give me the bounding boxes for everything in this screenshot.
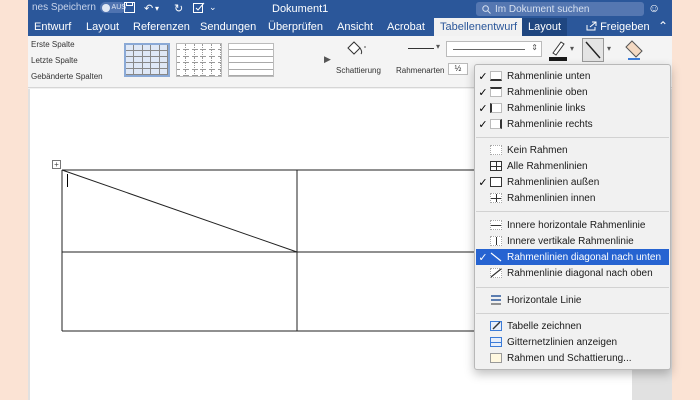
autosave-toggle[interactable]: AUS bbox=[99, 2, 126, 13]
share-button[interactable]: Freigeben bbox=[586, 18, 650, 36]
border-style-line[interactable] bbox=[408, 48, 434, 49]
option-gebaenderte-spalten[interactable]: Gebänderte Spalten bbox=[31, 72, 103, 81]
tab-ansicht[interactable]: Ansicht bbox=[331, 18, 379, 36]
borders-dropdown-icon[interactable]: ▾ bbox=[607, 44, 611, 53]
shading-label: Schattierung bbox=[336, 66, 381, 75]
diagonal-up-border-icon bbox=[490, 268, 502, 278]
border-style-dropdown-icon[interactable]: ▾ bbox=[436, 42, 440, 51]
border-top-icon bbox=[490, 87, 502, 97]
save-icon[interactable] bbox=[124, 2, 135, 16]
tab-entwurf[interactable]: Entwurf bbox=[28, 18, 77, 36]
table-styles-gallery bbox=[124, 38, 318, 82]
document-title: Dokument1 bbox=[272, 3, 329, 15]
gallery-next-icon[interactable]: ▶ bbox=[324, 54, 331, 65]
undo-dropdown-icon[interactable]: ▾ bbox=[155, 4, 159, 13]
horizontal-line-icon bbox=[490, 295, 502, 305]
option-erste-spalte[interactable]: Erste Spalte bbox=[31, 40, 75, 49]
no-border-icon bbox=[490, 145, 502, 155]
tab-tabellenentwurf[interactable]: Tabellenentwurf bbox=[434, 18, 524, 36]
checkmark-icon: ✓ bbox=[478, 176, 488, 189]
line-style-select[interactable]: ⇕ bbox=[446, 41, 542, 57]
table-style-light[interactable] bbox=[176, 43, 222, 77]
diagonal-down-border-icon bbox=[490, 252, 502, 262]
share-label: Freigeben bbox=[600, 21, 650, 33]
autosave[interactable]: nes Speichern AUS bbox=[32, 2, 126, 13]
menu-item-no-border[interactable]: Kein Rahmen bbox=[476, 142, 669, 158]
checkmark-icon: ✓ bbox=[478, 118, 488, 131]
search-icon bbox=[482, 4, 491, 14]
checkmark-icon: ✓ bbox=[478, 70, 488, 83]
all-borders-icon bbox=[490, 161, 502, 171]
borders-shading-icon bbox=[490, 353, 502, 363]
draw-table-icon bbox=[490, 321, 502, 331]
ribbon-tabs: Entwurf Layout Referenzen Sendungen Über… bbox=[28, 18, 672, 36]
borders-menu: ✓ Rahmenlinie unten ✓ Rahmenlinie oben ✓… bbox=[474, 64, 671, 370]
menu-item-horizontal-line[interactable]: Horizontale Linie bbox=[476, 292, 669, 308]
tab-referenzen[interactable]: Referenzen bbox=[127, 18, 196, 36]
customize-icon[interactable] bbox=[193, 2, 205, 16]
menu-item-outside-borders[interactable]: ✓ Rahmenlinien außen bbox=[476, 174, 669, 190]
inside-horizontal-border-icon bbox=[490, 220, 502, 230]
menu-item-diagonal-up[interactable]: Rahmenlinie diagonal nach oben bbox=[476, 265, 669, 281]
tab-table-layout[interactable]: Layout bbox=[522, 18, 568, 36]
collapse-ribbon-icon[interactable]: ⌃ bbox=[658, 19, 668, 33]
menu-item-show-gridlines[interactable]: Gitternetzlinien anzeigen bbox=[476, 334, 669, 350]
redo-icon[interactable]: ↻ bbox=[174, 2, 183, 15]
checkmark-icon: ✓ bbox=[478, 102, 488, 115]
shading-bucket-icon[interactable] bbox=[344, 40, 368, 58]
menu-separator bbox=[476, 287, 669, 288]
table-style-plain[interactable] bbox=[228, 43, 274, 77]
more-commands-icon[interactable]: ⌄ bbox=[209, 2, 217, 13]
search-box[interactable]: Im Dokument suchen bbox=[476, 2, 644, 16]
select-arrows-icon: ⇕ bbox=[531, 43, 538, 52]
option-letzte-spalte[interactable]: Letzte Spalte bbox=[31, 56, 78, 65]
checkmark-icon: ✓ bbox=[478, 86, 488, 99]
inside-vertical-border-icon bbox=[490, 236, 502, 246]
feedback-smiley-icon[interactable]: ☺ bbox=[648, 1, 660, 15]
diagonal-border-icon bbox=[585, 41, 601, 59]
tab-ueberpruefen[interactable]: Überprüfen bbox=[262, 18, 329, 36]
tab-acrobat[interactable]: Acrobat bbox=[381, 18, 431, 36]
menu-item-inside-vertical[interactable]: Innere vertikale Rahmenlinie bbox=[476, 233, 669, 249]
border-styles-label: Rahmenarten bbox=[396, 66, 445, 75]
line-weight-select[interactable]: ½ bbox=[448, 63, 468, 75]
outside-borders-icon bbox=[490, 177, 502, 187]
border-left-icon bbox=[490, 103, 502, 113]
menu-item-inside-horizontal[interactable]: Innere horizontale Rahmenlinie bbox=[476, 217, 669, 233]
table-style-grid[interactable] bbox=[124, 43, 170, 77]
border-bottom-icon bbox=[490, 71, 502, 81]
eraser-icon[interactable] bbox=[624, 39, 646, 63]
text-cursor bbox=[67, 174, 68, 187]
pen-color-dropdown-icon[interactable]: ▾ bbox=[570, 44, 574, 53]
menu-item-borders-shading[interactable]: Rahmen und Schattierung... bbox=[476, 350, 669, 366]
undo-icon[interactable]: ↶ bbox=[144, 2, 153, 15]
checkmark-icon: ✓ bbox=[478, 251, 488, 264]
menu-item-draw-table[interactable]: Tabelle zeichnen bbox=[476, 318, 669, 334]
menu-item-border-right[interactable]: ✓ Rahmenlinie rechts bbox=[476, 116, 669, 132]
title-bar: nes Speichern AUS ↶ ▾ ↻ ⌄ Dokument1 Im D… bbox=[28, 0, 672, 18]
autosave-label: nes Speichern bbox=[32, 2, 96, 13]
inside-borders-icon bbox=[490, 193, 502, 203]
gridlines-icon bbox=[490, 337, 502, 347]
pen-color-icon[interactable] bbox=[548, 40, 568, 62]
menu-item-border-left[interactable]: ✓ Rahmenlinie links bbox=[476, 100, 669, 116]
menu-separator bbox=[476, 313, 669, 314]
menu-item-diagonal-down[interactable]: ✓ Rahmenlinien diagonal nach unten bbox=[476, 249, 669, 265]
menu-item-all-borders[interactable]: Alle Rahmenlinien bbox=[476, 158, 669, 174]
borders-button[interactable] bbox=[582, 38, 604, 62]
search-placeholder: Im Dokument suchen bbox=[495, 3, 590, 15]
menu-separator bbox=[476, 137, 669, 138]
menu-item-border-top[interactable]: ✓ Rahmenlinie oben bbox=[476, 84, 669, 100]
menu-item-inside-borders[interactable]: Rahmenlinien innen bbox=[476, 190, 669, 206]
border-right-icon bbox=[490, 119, 502, 129]
menu-separator bbox=[476, 211, 669, 212]
tab-layout[interactable]: Layout bbox=[80, 18, 125, 36]
share-icon bbox=[586, 21, 597, 31]
tab-sendungen[interactable]: Sendungen bbox=[194, 18, 262, 36]
menu-item-border-bottom[interactable]: ✓ Rahmenlinie unten bbox=[476, 68, 669, 84]
